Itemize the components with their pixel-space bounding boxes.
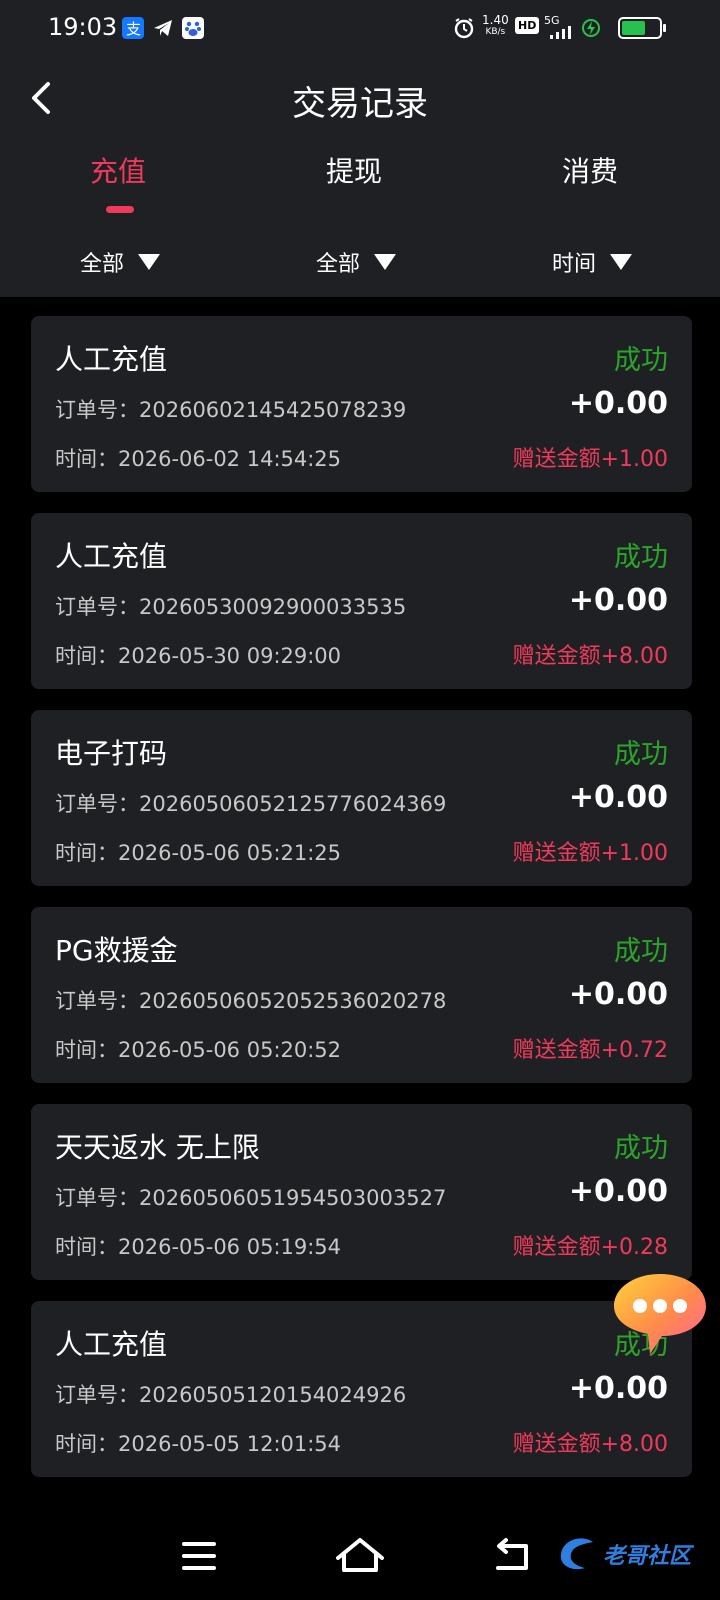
network-speed-value: 1.40 xyxy=(482,13,509,27)
alarm-icon xyxy=(453,17,475,39)
filter-type-dropdown[interactable]: 全部 xyxy=(80,246,161,278)
filter-status-dropdown[interactable]: 全部 xyxy=(316,246,397,278)
record-title: PG救援金 xyxy=(55,934,178,967)
battery-level xyxy=(622,21,645,35)
home-icon xyxy=(336,1538,384,1572)
alipay-icon: 支 xyxy=(122,17,144,39)
triangle-down-icon xyxy=(610,254,633,270)
watermark-logo: 老哥社区 xyxy=(555,1534,691,1574)
tab-active-indicator xyxy=(106,206,134,213)
record-time: 时间：2026-05-06 05:19:54 xyxy=(55,1235,342,1259)
record-title: 人工充值 xyxy=(55,540,168,573)
record-amount: +0.00 xyxy=(568,977,668,1012)
record-title: 电子打码 xyxy=(55,737,168,770)
record-time: 时间：2026-06-02 14:54:25 xyxy=(55,447,342,471)
filter-time-dropdown[interactable]: 时间 xyxy=(552,246,633,278)
filter-type-label: 全部 xyxy=(80,252,125,277)
baidu-icon xyxy=(182,17,204,39)
tab-consume[interactable]: 消费 xyxy=(490,150,690,190)
chat-bubble-icon xyxy=(614,1274,706,1354)
record-order-number: 订单号：2026050605195450300352​7 xyxy=(55,1186,447,1210)
triangle-down-icon xyxy=(138,254,161,270)
tab-withdraw[interactable]: 提现 xyxy=(254,150,454,190)
filter-bar: 全部 全部 时间 xyxy=(0,246,720,280)
record-bonus: 赠送金额+1.00 xyxy=(512,841,668,866)
record-title: 天天返水 无上限 xyxy=(55,1131,260,1164)
tab-bar: 充值 提现 消费 xyxy=(0,150,720,220)
record-bonus: 赠送金额+0.72 xyxy=(512,1038,668,1063)
record-card[interactable]: 人工充值 成功 订单号：20260530092900033535 +0.00 时… xyxy=(31,513,692,689)
status-time: 19:03 xyxy=(48,13,118,41)
tab-recharge[interactable]: 充值 xyxy=(18,150,218,190)
return-icon xyxy=(496,1538,528,1570)
telegram-icon xyxy=(152,17,174,39)
record-order-number: 订单号：2026050605212577602436​9 xyxy=(55,792,447,816)
record-title: 人工充值 xyxy=(55,343,168,376)
svg-text:支: 支 xyxy=(126,20,141,38)
page-title: 交易记录 xyxy=(292,84,428,124)
record-amount: +0.00 xyxy=(568,386,668,421)
triangle-down-icon xyxy=(374,254,397,270)
menu-icon xyxy=(182,1542,216,1570)
record-amount: +0.00 xyxy=(568,1371,668,1406)
record-status: 成功 xyxy=(614,542,668,573)
record-time: 时间：2026-05-06 05:20:52 xyxy=(55,1038,342,1062)
record-amount: +0.00 xyxy=(568,1174,668,1209)
charging-icon xyxy=(580,17,602,39)
back-nav-button[interactable] xyxy=(486,1526,546,1586)
record-card[interactable]: 人工充值 成功 订单号：20260602145425078239 +0.00 时… xyxy=(31,316,692,492)
record-order-number: 订单号：20260602145425078239 xyxy=(55,398,407,422)
record-status: 成功 xyxy=(614,345,668,376)
record-title: 人工充值 xyxy=(55,1328,168,1361)
record-order-number: 订单号：20260530092900033535 xyxy=(55,595,407,619)
record-status: 成功 xyxy=(614,739,668,770)
battery-cap xyxy=(663,24,666,32)
record-bonus: 赠送金额+8.00 xyxy=(512,644,668,669)
record-card[interactable]: 人工充值 成功 订单号：20260505120154024926 +0.00 时… xyxy=(31,1301,692,1477)
status-bar: 19:03 支 1.40 KB/s HD 5G xyxy=(0,0,720,58)
dragon-logo-icon xyxy=(560,1538,593,1570)
signal-bars-icon xyxy=(548,24,574,39)
battery-icon xyxy=(618,17,666,39)
home-button[interactable] xyxy=(330,1526,390,1586)
network-speed-unit: KB/s xyxy=(485,27,506,37)
system-nav-bar: 老哥社区 xyxy=(0,1510,720,1600)
filter-time-label: 时间 xyxy=(552,252,597,277)
title-bar: 交易记录 xyxy=(0,58,720,138)
record-status: 成功 xyxy=(614,1133,668,1164)
record-bonus: 赠送金额+0.28 xyxy=(512,1235,668,1260)
chat-bubble-button[interactable] xyxy=(610,1268,710,1358)
record-order-number: 订单号：20260505120154024926 xyxy=(55,1383,407,1407)
record-bonus: 赠送金额+8.00 xyxy=(512,1432,668,1457)
record-amount: +0.00 xyxy=(568,780,668,815)
record-status: 成功 xyxy=(614,936,668,967)
header: 19:03 支 1.40 KB/s HD 5G 交易记录 充值 提现 消费 全部… xyxy=(0,0,720,297)
watermark-text: 老哥社区 xyxy=(603,1544,692,1569)
record-card[interactable]: PG救援金 成功 订单号：2026050605205253602027​8 +0… xyxy=(31,907,692,1083)
record-time: 时间：2026-05-05 12:01:54 xyxy=(55,1432,342,1456)
record-card[interactable]: 天天返水 无上限 成功 订单号：2026050605195450300352​7… xyxy=(31,1104,692,1280)
network-speed: 1.40 KB/s xyxy=(482,14,509,38)
record-order-number: 订单号：2026050605205253602027​8 xyxy=(55,989,447,1013)
hd-badge: HD xyxy=(515,17,540,34)
record-card[interactable]: 电子打码 成功 订单号：2026050605212577602436​9 +0.… xyxy=(31,710,692,886)
record-time: 时间：2026-05-30 09:29:00 xyxy=(55,644,342,668)
filter-status-label: 全部 xyxy=(316,252,361,277)
menu-button[interactable] xyxy=(170,1526,230,1586)
record-amount: +0.00 xyxy=(568,583,668,618)
record-time: 时间：2026-05-06 05:21:25 xyxy=(55,841,342,865)
record-bonus: 赠送金额+1.00 xyxy=(512,447,668,472)
